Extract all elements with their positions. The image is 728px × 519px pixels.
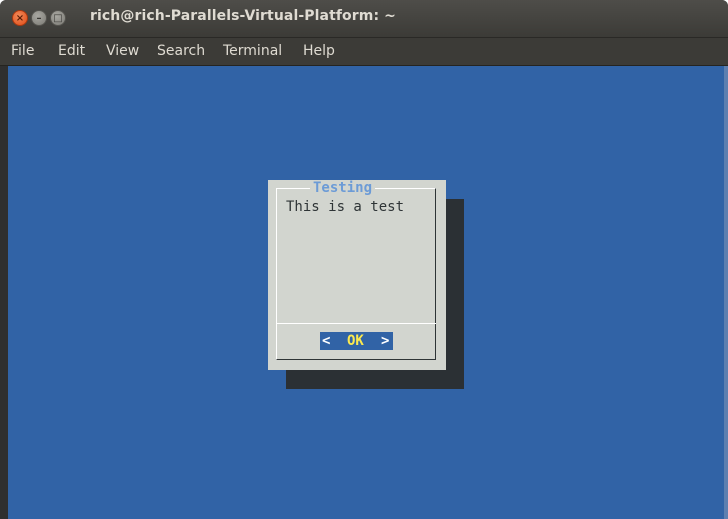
menu-search[interactable]: Search bbox=[157, 43, 205, 59]
terminal-screen[interactable]: Testing This is a test < OK > bbox=[8, 66, 728, 519]
ok-left-bracket: < bbox=[322, 333, 331, 349]
ok-right-bracket: > bbox=[381, 333, 390, 349]
minimize-window-icon[interactable]: – bbox=[31, 10, 47, 26]
dialog-message: This is a test bbox=[286, 199, 405, 215]
menu-help[interactable]: Help bbox=[303, 43, 335, 59]
maximize-window-icon[interactable]: □ bbox=[50, 10, 66, 26]
menu-bar: File Edit View Search Terminal Help bbox=[0, 38, 728, 66]
menu-view[interactable]: View bbox=[106, 43, 139, 59]
terminal-window: × – □ rich@rich-Parallels-Virtual-Platfo… bbox=[0, 0, 728, 519]
ok-button[interactable]: < OK > bbox=[320, 332, 393, 350]
window-title: rich@rich-Parallels-Virtual-Platform: ~ bbox=[90, 8, 396, 24]
menu-terminal[interactable]: Terminal bbox=[223, 43, 282, 59]
msgbox-dialog: Testing This is a test < OK > bbox=[268, 180, 446, 370]
dialog-title: Testing bbox=[310, 180, 376, 197]
ok-button-label: OK bbox=[347, 333, 364, 349]
scrollbar[interactable] bbox=[724, 66, 728, 519]
close-window-icon[interactable]: × bbox=[12, 10, 28, 26]
menu-file[interactable]: File bbox=[11, 43, 34, 59]
title-bar[interactable]: × – □ rich@rich-Parallels-Virtual-Platfo… bbox=[0, 0, 728, 38]
dialog-separator bbox=[276, 323, 436, 324]
menu-edit[interactable]: Edit bbox=[58, 43, 85, 59]
